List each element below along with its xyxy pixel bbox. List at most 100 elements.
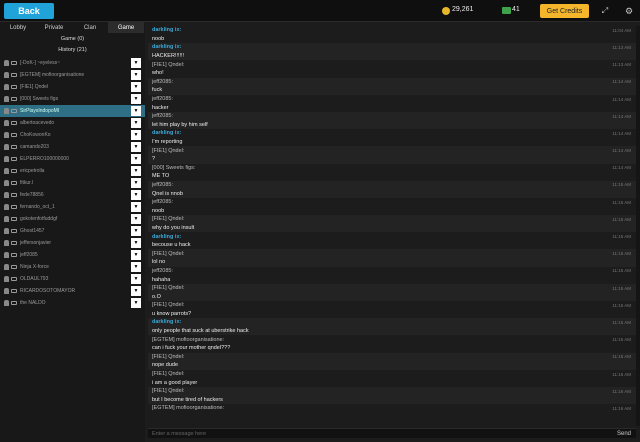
tab-game[interactable]: Game (108, 22, 144, 33)
message-text: HACKER!!!!!! (152, 53, 185, 60)
message-time: 11:14 AM (612, 165, 631, 171)
message-sender[interactable]: [EGTEM] mofioorganisatione: (152, 405, 224, 411)
player-row[interactable]: OLDAUL793 ▼ (0, 273, 145, 285)
message-sender[interactable]: jeff2085: (152, 96, 173, 102)
player-row[interactable]: the NALDO ▼ (0, 297, 145, 309)
tab-private[interactable]: Private (36, 22, 72, 33)
message-sender[interactable]: [FIE1] Qndel: (152, 388, 184, 394)
message-sender[interactable]: darkling ix: (152, 44, 181, 50)
message-sender[interactable]: jeff2085: (152, 113, 173, 119)
chat-message-body: who! (148, 69, 636, 78)
message-sender[interactable]: [000] Sweets figs: (152, 165, 195, 171)
message-sender[interactable]: [FIE1] Qndel: (152, 371, 184, 377)
message-time: 11:15 AM (612, 337, 631, 343)
player-name: [-DoK-] ~eyeless~ (20, 60, 61, 66)
player-row[interactable]: jeffersonjavier ▼ (0, 237, 145, 249)
message-text: let him play by him self (152, 121, 208, 128)
message-sender[interactable]: jeff2085: (152, 268, 173, 274)
player-menu-dropdown[interactable]: ▼ (131, 154, 141, 164)
player-menu-dropdown[interactable]: ▼ (131, 130, 141, 140)
message-sender[interactable]: [FIE1] Qndel: (152, 216, 184, 222)
player-menu-dropdown[interactable]: ▼ (131, 250, 141, 260)
message-sender[interactable]: [FIE1] Qndel: (152, 251, 184, 257)
message-sender[interactable]: jeff2085: (152, 199, 173, 205)
message-sender[interactable]: darkling ix: (152, 234, 181, 240)
player-menu-dropdown[interactable]: ▼ (131, 118, 141, 128)
message-time: 11:15 AM (612, 268, 631, 274)
message-sender[interactable]: [FIE1] Qndel: (152, 148, 184, 154)
chat-message-header: [FIE1] Qndel: 11:15 AM (148, 352, 636, 362)
player-menu-dropdown[interactable]: ▼ (131, 70, 141, 80)
chat-scrollbar[interactable] (636, 26, 640, 426)
player-row[interactable]: SirPlaysIndopoMI ▼ (0, 105, 145, 117)
player-row[interactable]: [-DoK-] ~eyeless~ ▼ (0, 57, 145, 69)
chat-input[interactable] (152, 430, 592, 438)
player-row[interactable]: ELPERRO100000000 ▼ (0, 153, 145, 165)
message-sender[interactable]: [FIE1] Qndel: (152, 302, 184, 308)
message-sender[interactable]: darkling ix: (152, 319, 181, 325)
player-row[interactable]: fitkur.l ▼ (0, 177, 145, 189)
player-icon (4, 228, 9, 234)
player-icon (4, 252, 9, 258)
chat-message-body: I'm reporting (148, 138, 636, 147)
player-menu-dropdown[interactable]: ▼ (131, 202, 141, 212)
tab-clan[interactable]: Clan (72, 22, 108, 33)
player-row[interactable]: ericpetrolla ▼ (0, 165, 145, 177)
gear-icon[interactable]: ⚙ (622, 4, 636, 18)
player-menu-dropdown[interactable]: ▼ (131, 274, 141, 284)
player-row[interactable]: albertoacevedo ▼ (0, 117, 145, 129)
get-credits-button[interactable]: Get Credits (540, 4, 589, 18)
back-button[interactable]: Back (4, 3, 54, 19)
player-name: jeff2085 (20, 252, 38, 258)
player-menu-dropdown[interactable]: ▼ (131, 286, 141, 296)
message-sender[interactable]: jeff2085: (152, 182, 173, 188)
player-row[interactable]: RICARDOSOTOMAYOR ▼ (0, 285, 145, 297)
history-section-header[interactable]: History (21) (0, 45, 145, 55)
player-row[interactable]: [EGTEM] mofioorganisatione ▼ (0, 69, 145, 81)
player-menu-dropdown[interactable]: ▼ (131, 178, 141, 188)
message-sender[interactable]: [FIE1] Qndel: (152, 285, 184, 291)
player-menu-dropdown[interactable]: ▼ (131, 238, 141, 248)
player-menu-dropdown[interactable]: ▼ (131, 58, 141, 68)
expand-icon[interactable]: ⤢ (598, 4, 612, 18)
player-menu-dropdown[interactable]: ▼ (131, 142, 141, 152)
message-sender[interactable]: [EGTEM] mofioorganisatione: (152, 337, 224, 343)
player-menu-dropdown[interactable]: ▼ (131, 262, 141, 272)
tab-lobby[interactable]: Lobby (0, 22, 36, 33)
player-menu-dropdown[interactable]: ▼ (131, 94, 141, 104)
chat-message-header: darkling ix: 11:13 AM (148, 43, 636, 52)
chat-message-body: becouse u hack (148, 241, 636, 250)
send-button[interactable]: Send (614, 429, 634, 439)
player-menu-dropdown[interactable]: ▼ (131, 298, 141, 308)
message-sender[interactable]: [FIE1] Qndel: (152, 354, 184, 360)
message-time: 11:14 AM (612, 148, 631, 154)
chat-message-header: jeff2085: 11:14 AM (148, 95, 636, 104)
player-row[interactable]: ChoKowonKo ▼ (0, 129, 145, 141)
player-row[interactable]: Ghost1457 ▼ (0, 225, 145, 237)
player-icon (4, 132, 9, 138)
message-sender[interactable]: [FIE1] Qndel: (152, 62, 184, 68)
player-row[interactable]: [FIE1] Qndel ▼ (0, 81, 145, 93)
player-menu-dropdown[interactable]: ▼ (131, 82, 141, 92)
player-menu-dropdown[interactable]: ▼ (131, 166, 141, 176)
player-row[interactable]: fernando_oct_1 ▼ (0, 201, 145, 213)
player-icon (4, 288, 9, 294)
message-sender[interactable]: jeff2085: (152, 79, 173, 85)
message-sender[interactable]: darkling ix: (152, 27, 181, 33)
player-row[interactable]: Ninja X-force ▼ (0, 261, 145, 273)
player-row[interactable]: camando203 ▼ (0, 141, 145, 153)
player-menu-dropdown[interactable]: ▼ (131, 190, 141, 200)
chat-message-header: darkling ix: 11:04 AM (148, 26, 636, 35)
player-menu-dropdown[interactable]: ▼ (131, 106, 141, 116)
player-menu-dropdown[interactable]: ▼ (131, 226, 141, 236)
mask-icon (11, 217, 17, 221)
player-row[interactable]: gokotenfotfuddgf ▼ (0, 213, 145, 225)
message-sender[interactable]: darkling ix: (152, 130, 181, 136)
player-icon (4, 156, 9, 162)
player-name: the NALDO (20, 300, 46, 306)
player-row[interactable]: [000] Sweets figs ▼ (0, 93, 145, 105)
player-row[interactable]: jeff2085 ▼ (0, 249, 145, 261)
game-section-header[interactable]: Game (0) (0, 34, 145, 44)
player-row[interactable]: fede78856 ▼ (0, 189, 145, 201)
player-menu-dropdown[interactable]: ▼ (131, 214, 141, 224)
